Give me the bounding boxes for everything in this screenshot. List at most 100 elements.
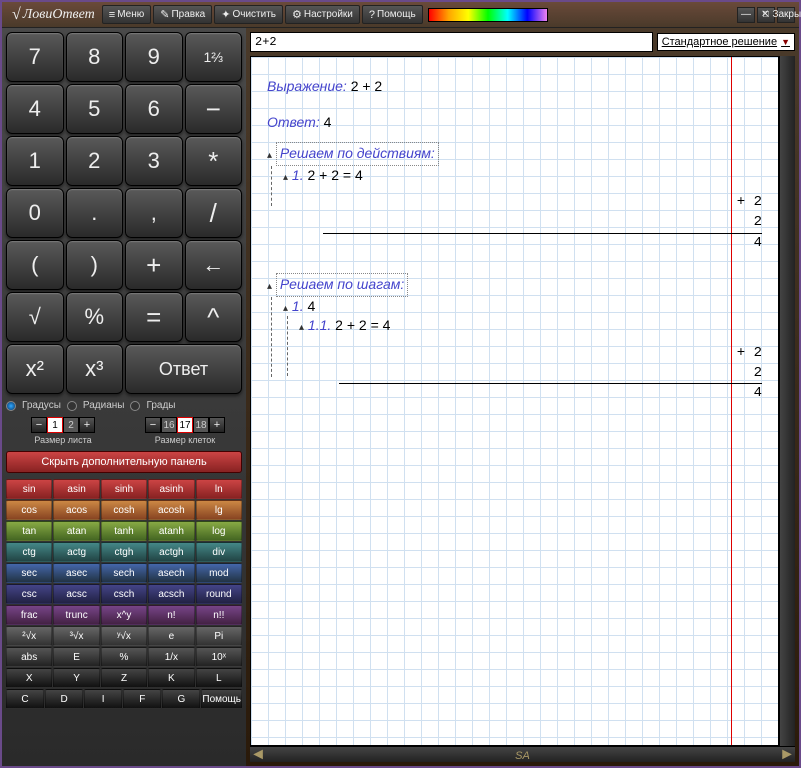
fn-D[interactable]: D: [45, 689, 83, 709]
fn-tanh[interactable]: tanh: [101, 521, 147, 541]
expression-input[interactable]: [250, 32, 653, 52]
minimize-button[interactable]: —: [737, 7, 755, 23]
fn-atanh[interactable]: atanh: [148, 521, 194, 541]
key-sqrt[interactable]: √: [6, 292, 64, 342]
cell-val-17[interactable]: 17: [177, 417, 193, 433]
cell-val-18[interactable]: 18: [193, 417, 209, 433]
fn-round[interactable]: round: [196, 584, 242, 604]
fn-cosh[interactable]: cosh: [101, 500, 147, 520]
fn-sinh[interactable]: sinh: [101, 479, 147, 499]
key-divide[interactable]: /: [185, 188, 243, 238]
fn-E[interactable]: E: [53, 647, 99, 667]
key-backspace[interactable]: ←: [185, 240, 243, 290]
menu-Настройки[interactable]: ⚙Настройки: [285, 5, 360, 24]
fn-K[interactable]: K: [148, 668, 194, 688]
fn-sin[interactable]: sin: [6, 479, 52, 499]
key-dot[interactable]: .: [66, 188, 124, 238]
key-3[interactable]: 3: [125, 136, 183, 186]
fn-Помощь[interactable]: Помощь: [201, 689, 242, 709]
fn-X[interactable]: X: [6, 668, 52, 688]
key-multiply[interactable]: *: [185, 136, 243, 186]
fn-mod[interactable]: mod: [196, 563, 242, 583]
cell-val-16[interactable]: 16: [161, 417, 177, 433]
menu-Правка[interactable]: ✎Правка: [153, 5, 212, 24]
fn-F[interactable]: F: [123, 689, 161, 709]
fn-acos[interactable]: acos: [53, 500, 99, 520]
fn-ctg[interactable]: ctg: [6, 542, 52, 562]
fn-sech[interactable]: sech: [101, 563, 147, 583]
fn-tan[interactable]: tan: [6, 521, 52, 541]
fn-cos[interactable]: cos: [6, 500, 52, 520]
key-answer[interactable]: Ответ: [125, 344, 242, 394]
fn-csch[interactable]: csch: [101, 584, 147, 604]
fn-abs[interactable]: abs: [6, 647, 52, 667]
fn-n![interactable]: n!: [148, 605, 194, 625]
fn-x^y[interactable]: x^y: [101, 605, 147, 625]
fn-div[interactable]: div: [196, 542, 242, 562]
fn-csc[interactable]: csc: [6, 584, 52, 604]
key-lparen[interactable]: (: [6, 240, 64, 290]
scroll-left-icon[interactable]: ◄: [250, 747, 266, 763]
fn-e[interactable]: e: [148, 626, 194, 646]
fn-log[interactable]: log: [196, 521, 242, 541]
radio-radians[interactable]: [67, 401, 77, 411]
key-2[interactable]: 2: [66, 136, 124, 186]
cell-plus[interactable]: +: [209, 417, 225, 433]
sheet-minus[interactable]: −: [31, 417, 47, 433]
vertical-scrollbar[interactable]: [779, 56, 795, 746]
menu-Меню[interactable]: ≡Меню: [102, 5, 151, 24]
key-9[interactable]: 9: [125, 32, 183, 82]
radio-degrees[interactable]: [6, 401, 16, 411]
solution-mode-select[interactable]: Стандартное решение ▼: [657, 33, 795, 51]
fn-²√x[interactable]: ²√x: [6, 626, 52, 646]
fn-actg[interactable]: actg: [53, 542, 99, 562]
fn-asech[interactable]: asech: [148, 563, 194, 583]
key-minus[interactable]: −: [185, 84, 243, 134]
fn-lg[interactable]: lg: [196, 500, 242, 520]
fn-asinh[interactable]: asinh: [148, 479, 194, 499]
fn-ln[interactable]: ln: [196, 479, 242, 499]
fn-n!![interactable]: n!!: [196, 605, 242, 625]
key-x3[interactable]: x³: [66, 344, 124, 394]
fn-acosh[interactable]: acosh: [148, 500, 194, 520]
fn-C[interactable]: C: [6, 689, 44, 709]
sheet-plus[interactable]: +: [79, 417, 95, 433]
menu-Очистить[interactable]: ✦Очистить: [214, 5, 283, 24]
fn-Z[interactable]: Z: [101, 668, 147, 688]
cell-minus[interactable]: −: [145, 417, 161, 433]
fn-10ˣ[interactable]: 10ˣ: [196, 647, 242, 667]
key-4[interactable]: 4: [6, 84, 64, 134]
fn-acsc[interactable]: acsc: [53, 584, 99, 604]
fn-ctgh[interactable]: ctgh: [101, 542, 147, 562]
key-plus[interactable]: +: [125, 240, 183, 290]
fn-acsch[interactable]: acsch: [148, 584, 194, 604]
fn-asin[interactable]: asin: [53, 479, 99, 499]
fn-atan[interactable]: atan: [53, 521, 99, 541]
key-0[interactable]: 0: [6, 188, 64, 238]
fn-L[interactable]: L: [196, 668, 242, 688]
fn-sec[interactable]: sec: [6, 563, 52, 583]
key-percent[interactable]: %: [66, 292, 124, 342]
fn-%[interactable]: %: [101, 647, 147, 667]
menu-Помощь[interactable]: ?Помощь: [362, 5, 423, 24]
fn-G[interactable]: G: [162, 689, 200, 709]
fn-Y[interactable]: Y: [53, 668, 99, 688]
fn-trunc[interactable]: trunc: [53, 605, 99, 625]
key-rparen[interactable]: ): [66, 240, 124, 290]
key-8[interactable]: 8: [66, 32, 124, 82]
key-5[interactable]: 5: [66, 84, 124, 134]
key-1[interactable]: 1: [6, 136, 64, 186]
fn-asec[interactable]: asec: [53, 563, 99, 583]
close-button[interactable]: ✕ Закрыть: [777, 7, 795, 23]
hide-panel-button[interactable]: Скрыть дополнительную панель: [6, 451, 242, 473]
key-7[interactable]: 7: [6, 32, 64, 82]
fn-Pi[interactable]: Pi: [196, 626, 242, 646]
fn-I[interactable]: I: [84, 689, 122, 709]
fn-1/x[interactable]: 1/x: [148, 647, 194, 667]
key-power[interactable]: ^: [185, 292, 243, 342]
key-x2[interactable]: x²: [6, 344, 64, 394]
key-equals[interactable]: =: [125, 292, 183, 342]
key-6[interactable]: 6: [125, 84, 183, 134]
fn-ʸ√x[interactable]: ʸ√x: [101, 626, 147, 646]
radio-grads[interactable]: [130, 401, 140, 411]
